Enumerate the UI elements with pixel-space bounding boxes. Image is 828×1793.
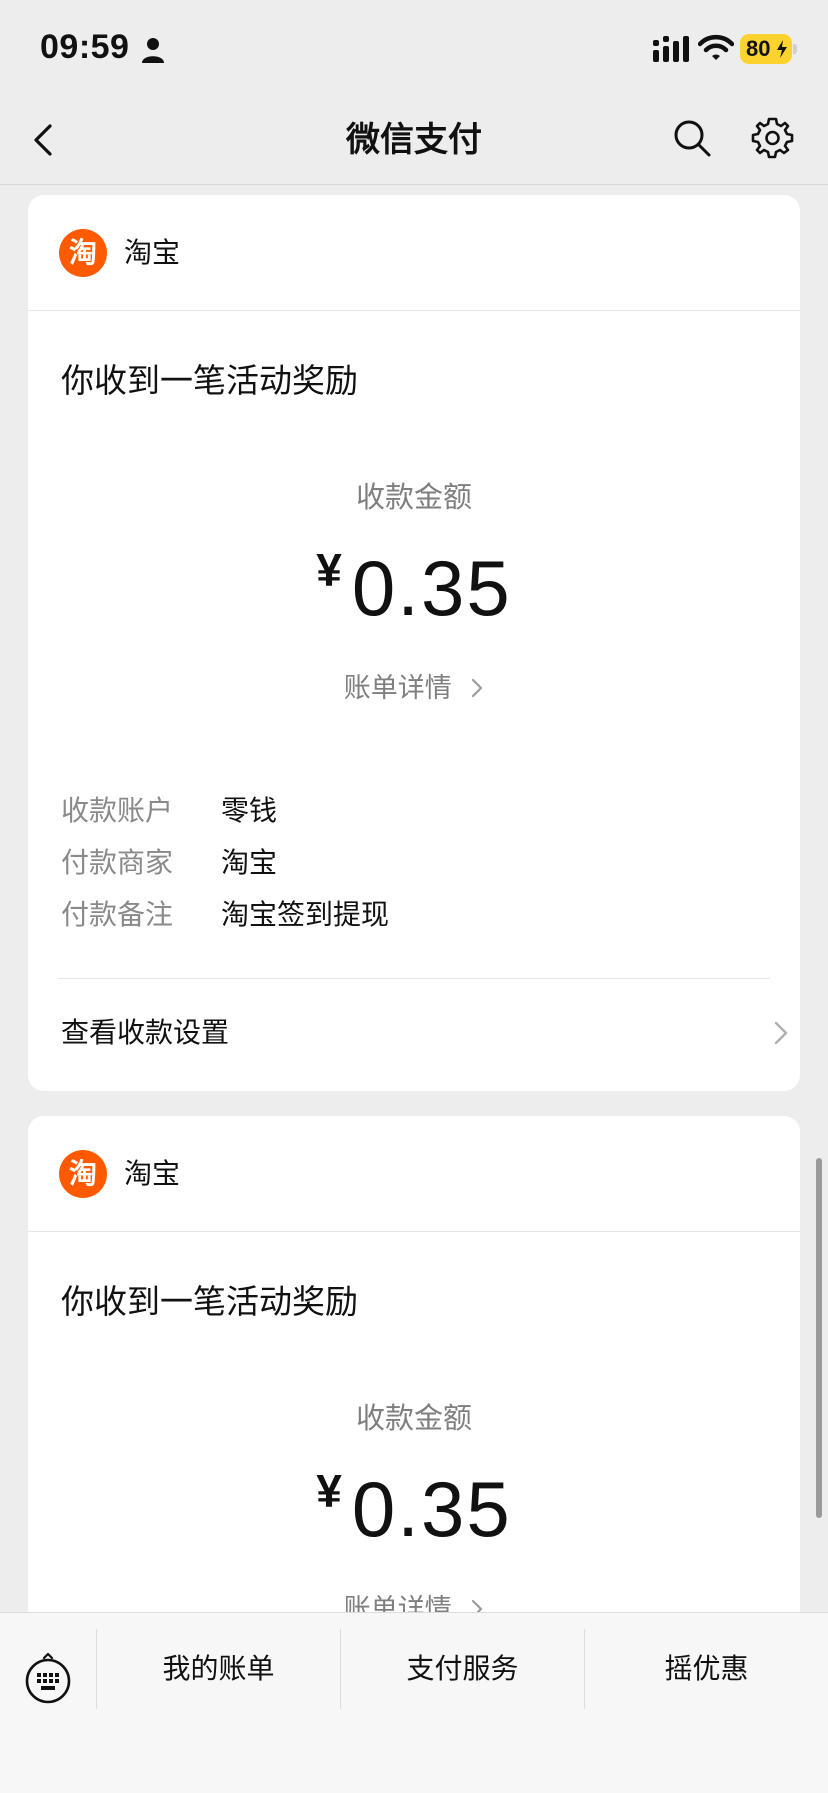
gear-icon[interactable]: [750, 116, 794, 160]
search-icon[interactable]: [672, 118, 712, 158]
chevron-right-icon: [472, 678, 483, 698]
taobao-logo-icon: 淘: [59, 1150, 107, 1198]
card-header: 淘 淘宝: [28, 195, 800, 311]
amount-label: 收款金额: [355, 1401, 472, 1435]
message-card[interactable]: 淘 淘宝 你收到一笔活动奖励 收款金额 ¥0.35 账单详情: [28, 1116, 800, 1676]
info-label: 付款备注: [61, 898, 174, 931]
battery-indicator: 80: [740, 34, 792, 64]
wifi-icon: [698, 34, 734, 60]
amount-value: 0.35: [351, 1465, 512, 1553]
my-bills-button[interactable]: 我的账单: [97, 1629, 340, 1709]
scroll-indicator[interactable]: [816, 1158, 822, 1518]
bill-detail-label: 账单详情: [343, 673, 452, 704]
currency-symbol: ¥: [316, 544, 342, 596]
merchant-name: 淘宝: [124, 236, 181, 269]
bill-detail-link[interactable]: 账单详情: [28, 669, 800, 709]
battery-cap: [793, 44, 797, 54]
amount-row: ¥0.35: [28, 540, 800, 636]
keyboard-icon: [25, 1653, 71, 1704]
merchant-name: 淘宝: [124, 1157, 181, 1190]
status-bar: 09:59 80: [0, 0, 828, 96]
battery-bolt-icon: [777, 40, 787, 58]
nav-bar: 微信支付: [0, 96, 828, 185]
card-title: 你收到一笔活动奖励: [61, 1282, 358, 1321]
back-icon[interactable]: [28, 120, 60, 160]
settings-link-label: 查看收款设置: [61, 1016, 230, 1049]
logo-glyph: 淘: [68, 236, 97, 269]
message-card[interactable]: 淘 淘宝 你收到一笔活动奖励 收款金额 ¥0.35 账单详情 收款账户 零钱 付…: [28, 195, 800, 1091]
chevron-right-icon: [774, 1021, 788, 1045]
keyboard-toggle-button[interactable]: [0, 1629, 96, 1725]
amount-row: ¥0.35: [28, 1461, 800, 1557]
currency-symbol: ¥: [316, 1465, 342, 1517]
bottom-toolbar: 我的账单 支付服务 摇优惠: [0, 1612, 828, 1793]
signal-icon: [653, 36, 689, 62]
taobao-logo-icon: 淘: [59, 229, 107, 277]
battery-level: 80: [746, 36, 771, 61]
info-label: 付款商家: [61, 846, 174, 879]
status-time: 09:59: [40, 28, 130, 66]
shake-offers-button[interactable]: 摇优惠: [585, 1629, 828, 1709]
amount-label: 收款金额: [355, 480, 472, 514]
amount-value: 0.35: [351, 544, 512, 632]
info-value: 淘宝: [221, 846, 278, 879]
view-settings-link[interactable]: 查看收款设置: [28, 979, 800, 1091]
info-value: 零钱: [221, 794, 278, 827]
info-label: 收款账户: [61, 794, 174, 827]
payment-services-button[interactable]: 支付服务: [341, 1629, 584, 1709]
person-icon: [142, 38, 164, 63]
logo-glyph: 淘: [68, 1157, 97, 1190]
info-value: 淘宝签到提现: [221, 898, 390, 931]
card-header: 淘 淘宝: [28, 1116, 800, 1232]
card-title: 你收到一笔活动奖励: [61, 361, 358, 400]
